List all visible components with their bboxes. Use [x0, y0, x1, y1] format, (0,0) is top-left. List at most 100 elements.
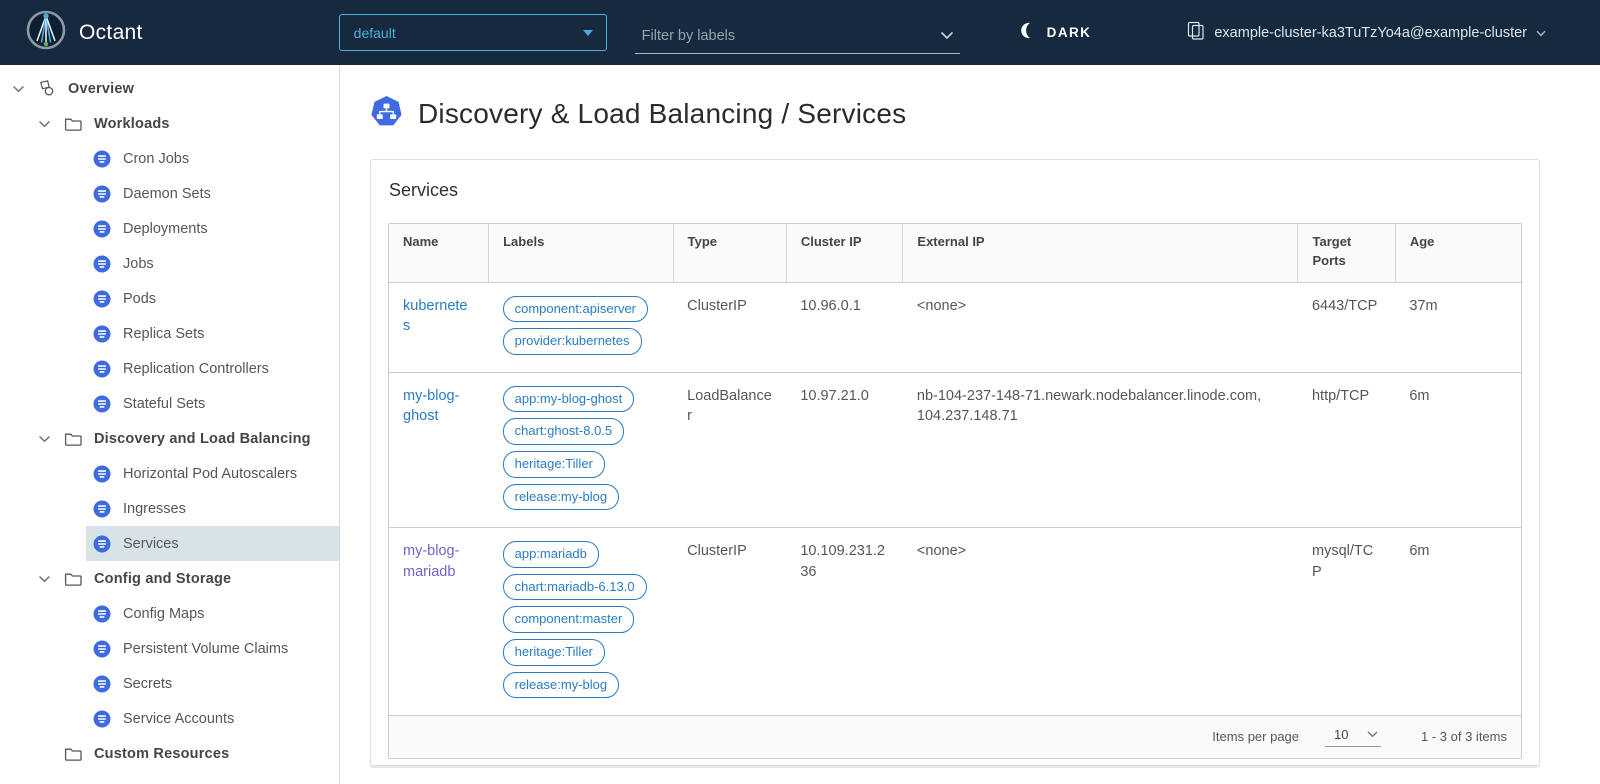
sidebar-item-overview[interactable]: Overview — [0, 71, 339, 106]
sidebar-item-daemon-sets[interactable]: Daemon Sets — [86, 176, 339, 211]
sidebar-item-label: Pods — [123, 291, 156, 307]
dark-mode-label: DARK — [1047, 25, 1092, 40]
chevron-down-icon — [940, 28, 954, 44]
items-per-page-select[interactable]: 10 — [1325, 726, 1381, 747]
services-heptagon-icon — [370, 95, 403, 133]
deployments-icon — [92, 220, 111, 238]
sidebar-item-stateful-sets[interactable]: Stateful Sets — [86, 386, 339, 421]
label-pill[interactable]: heritage:Tiller — [503, 451, 605, 478]
sidebar-item-services[interactable]: Services — [86, 526, 339, 561]
sidebar-item-label: Jobs — [123, 256, 154, 272]
folder-icon — [63, 746, 82, 762]
sidebar-item-persistent-volume-claims[interactable]: Persistent Volume Claims — [86, 631, 339, 666]
sidebar-item-label: Persistent Volume Claims — [123, 641, 288, 657]
folder-icon — [63, 431, 82, 447]
table-header-cell: Type — [673, 224, 786, 282]
services-table: NameLabelsTypeCluster IPExternal IPTarge… — [389, 224, 1521, 715]
sidebar-item-label: Secrets — [123, 676, 172, 692]
label-filter-input[interactable]: Filter by labels — [635, 28, 960, 54]
services-card: Services NameLabelsTypeCluster IPExterna… — [370, 159, 1540, 766]
chevron-down-icon[interactable] — [36, 120, 52, 128]
chevron-down-icon[interactable] — [36, 575, 52, 583]
sidebar-item-deployments[interactable]: Deployments — [86, 211, 339, 246]
sidebar-item-label: Cron Jobs — [123, 151, 189, 167]
label-pill[interactable]: heritage:Tiller — [503, 639, 605, 666]
sidebar-item-ingresses[interactable]: Ingresses — [86, 491, 339, 526]
sidebar-item-secrets[interactable]: Secrets — [86, 666, 339, 701]
label-pill[interactable]: provider:kubernetes — [503, 328, 642, 355]
namespace-select[interactable]: default — [339, 14, 607, 51]
namespace-value: default — [354, 25, 396, 41]
page-header: Discovery & Load Balancing / Services — [370, 95, 1540, 133]
services-icon — [92, 535, 111, 553]
label-pill[interactable]: release:my-blog — [503, 672, 620, 699]
age-cell: 6m — [1395, 528, 1521, 715]
service-name-link[interactable]: my-blog-ghost — [403, 388, 459, 424]
octant-logo-icon — [26, 10, 66, 55]
sidebar-item-label: Overview — [68, 81, 134, 97]
sidebar-item-horizontal-pod-autoscalers[interactable]: Horizontal Pod Autoscalers — [86, 456, 339, 491]
sidebar-item-config-maps[interactable]: Config Maps — [86, 596, 339, 631]
daemon-sets-icon — [92, 185, 111, 203]
folder-icon — [63, 116, 82, 132]
sidebar-nav: Overview Workloads Cron Jobs Daemon Sets Dep… — [0, 65, 340, 784]
label-pill[interactable]: app:my-blog-ghost — [503, 386, 635, 413]
sidebar-item-replication-controllers[interactable]: Replication Controllers — [86, 351, 339, 386]
context-switcher[interactable]: example-cluster-ka3TuTzYo4a@example-clus… — [1187, 21, 1546, 44]
sidebar-item-workloads[interactable]: Workloads — [0, 106, 339, 141]
table-header-cell: Target Ports — [1298, 224, 1395, 282]
sidebar-item-label: Horizontal Pod Autoscalers — [123, 466, 297, 482]
target-ports-cell: 6443/TCP — [1298, 282, 1395, 372]
items-per-page-value: 10 — [1334, 727, 1348, 742]
horizontal-pod-autoscalers-icon — [92, 465, 111, 483]
service-type-cell: ClusterIP — [673, 528, 786, 715]
sidebar-item-cron-jobs[interactable]: Cron Jobs — [86, 141, 339, 176]
cron-jobs-icon — [92, 150, 111, 168]
page-title: Discovery & Load Balancing / Services — [418, 98, 906, 130]
cluster-context-icon — [1187, 21, 1205, 44]
chevron-down-icon[interactable] — [36, 435, 52, 443]
table-header-cell: External IP — [903, 224, 1298, 282]
sidebar-item-replica-sets[interactable]: Replica Sets — [86, 316, 339, 351]
replica-sets-icon — [92, 325, 111, 343]
sidebar-item-label: Services — [123, 536, 179, 552]
secrets-icon — [92, 675, 111, 693]
sidebar-item-label: Config Maps — [123, 606, 204, 622]
octant-app: Octant default Filter by labels DARK — [0, 0, 1600, 784]
config-maps-icon — [92, 605, 111, 623]
external-ip-cell: <none> — [903, 282, 1298, 372]
label-pill[interactable]: chart:ghost-8.0.5 — [503, 418, 625, 445]
service-name-link[interactable]: my-blog-mariadb — [403, 543, 459, 579]
age-cell: 6m — [1395, 372, 1521, 527]
sidebar-item-jobs[interactable]: Jobs — [86, 246, 339, 281]
main-content: Discovery & Load Balancing / Services Se… — [340, 65, 1600, 784]
sidebar-item-label: Config and Storage — [94, 571, 231, 587]
sidebar-item-custom-resources[interactable]: Custom Resources — [0, 736, 339, 771]
table-row: my-blog-ghost app:my-blog-ghost chart:ghos… — [389, 372, 1521, 527]
folder-icon — [63, 571, 82, 587]
cluster-ip-cell: 10.97.21.0 — [786, 372, 903, 527]
dark-mode-toggle[interactable]: DARK — [1018, 21, 1092, 45]
overview-objects-icon — [37, 79, 56, 98]
service-accounts-icon — [92, 710, 111, 728]
label-pill[interactable]: app:mariadb — [503, 541, 599, 568]
sidebar-item-label: Deployments — [123, 221, 208, 237]
sidebar-item-config-and-storage[interactable]: Config and Storage — [0, 561, 339, 596]
sidebar-item-pods[interactable]: Pods — [86, 281, 339, 316]
chevron-down-icon — [1536, 25, 1546, 41]
context-label: example-cluster-ka3TuTzYo4a@example-clus… — [1214, 25, 1527, 41]
chevron-down-icon[interactable] — [10, 85, 26, 93]
age-cell: 37m — [1395, 282, 1521, 372]
target-ports-cell: http/TCP — [1298, 372, 1395, 527]
brand[interactable]: Octant — [26, 10, 143, 55]
stateful-sets-icon — [92, 395, 111, 413]
sidebar-item-service-accounts[interactable]: Service Accounts — [86, 701, 339, 736]
sidebar-item-label: Replication Controllers — [123, 361, 269, 377]
replication-controllers-icon — [92, 360, 111, 378]
label-pill[interactable]: component:apiserver — [503, 296, 648, 323]
label-pill[interactable]: release:my-blog — [503, 484, 620, 511]
label-pill[interactable]: component:master — [503, 606, 635, 633]
service-name-link[interactable]: kubernetes — [403, 298, 468, 334]
sidebar-item-discovery-and-load-balancing[interactable]: Discovery and Load Balancing — [0, 421, 339, 456]
label-pill[interactable]: chart:mariadb-6.13.0 — [503, 574, 647, 601]
